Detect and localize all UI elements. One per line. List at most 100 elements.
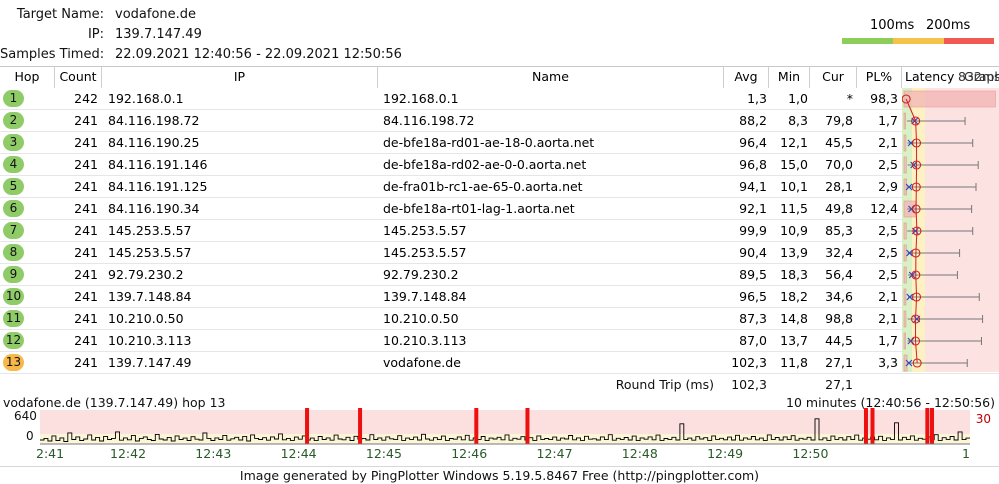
table-row[interactable]: 3 241 84.116.190.25 de-bfe18a-rd01-ae-18-0.… <box>0 132 999 154</box>
samples-timed-value: 22.09.2021 12:40:56 - 22.09.2021 12:50:5… <box>115 47 402 62</box>
table-row[interactable]: 8 241 145.253.5.57 145.253.5.57 90,4 13,9 32,4… <box>0 242 999 264</box>
ip-cell: 92.79.230.2 <box>108 267 184 282</box>
packet-loss-marker <box>870 408 875 444</box>
table-header: Hop Count IP Name Avg Min Cur PL% Latenc… <box>0 66 999 88</box>
table-row[interactable]: 1 242 192.168.0.1 192.168.0.1 1,3 1,0 * 98,3 <box>0 88 999 110</box>
packet-loss-bar <box>903 90 996 108</box>
column-header-name[interactable]: Name <box>378 67 724 88</box>
avg-cell: 87,0 <box>739 333 767 348</box>
packet-loss-marker <box>863 408 868 444</box>
column-header-hop[interactable]: Hop <box>0 67 55 88</box>
target-name-label: Target Name: <box>16 7 104 22</box>
timeline-x-tick: 2:41 <box>36 446 65 461</box>
pl-cell: 2,5 <box>878 223 898 238</box>
avg-cell: 96,8 <box>739 157 767 172</box>
count-cell: 241 <box>74 135 98 150</box>
hop-badge: 1 <box>3 90 24 107</box>
name-cell: de-bfe18a-rt01-lag-1.aorta.net <box>383 201 575 216</box>
hop-rows: 1 242 192.168.0.1 192.168.0.1 1,3 1,0 * 98,3 2 24… <box>0 88 999 374</box>
column-header-pl[interactable]: PL% <box>857 67 902 88</box>
avg-cell: 94,1 <box>739 179 767 194</box>
cur-cell: 49,8 <box>825 201 853 216</box>
hop-badge: 3 <box>3 134 24 151</box>
hop-badge: 8 <box>3 244 24 261</box>
avg-cell: 1,3 <box>747 91 767 106</box>
packet-loss-bar <box>903 310 907 328</box>
column-header-min[interactable]: Min <box>769 67 810 88</box>
column-header-count[interactable]: Count <box>55 67 102 88</box>
avg-cell: 92,1 <box>739 201 767 216</box>
name-cell: 139.7.148.84 <box>383 289 467 304</box>
packet-loss-bar <box>903 222 907 240</box>
pl-cell: 2,1 <box>878 289 898 304</box>
footer-credit: Image generated by PingPlotter Windows 5… <box>0 466 999 484</box>
table-row[interactable]: 4 241 84.116.191.146 de-bfe18a-rd02-ae-0-0.… <box>0 154 999 176</box>
packet-loss-bar <box>903 288 907 306</box>
min-cell: 15,0 <box>780 157 808 172</box>
packet-loss-marker <box>930 408 935 444</box>
cur-cell: 85,3 <box>825 223 853 238</box>
ip-cell: 192.168.0.1 <box>108 91 184 106</box>
min-cell: 10,1 <box>780 179 808 194</box>
timeline-graph-panel: vodafone.de (139.7.147.49) hop 13 10 min… <box>0 394 999 466</box>
column-header-cur[interactable]: Cur <box>810 67 857 88</box>
min-cell: 13,9 <box>780 245 808 260</box>
avg-cell: 96,5 <box>739 289 767 304</box>
ip-label: IP: <box>87 27 104 42</box>
cur-cell: 28,1 <box>825 179 853 194</box>
round-trip-cur: 27,1 <box>825 377 853 392</box>
column-header-latency-graph[interactable]: Latency 832ms Graph <box>902 67 999 88</box>
round-trip-row: Round Trip (ms) 102,3 27,1 <box>0 374 999 396</box>
timeline-x-tick: 12:50 <box>792 446 829 461</box>
packet-loss-marker <box>305 408 310 444</box>
ip-cell: 84.116.191.146 <box>108 157 208 172</box>
hop-badge: 7 <box>3 222 24 239</box>
count-cell: 241 <box>74 113 98 128</box>
hop-badge: 6 <box>3 200 24 217</box>
ip-cell: 84.116.190.25 <box>108 135 200 150</box>
timeline-x-tick: 12:45 <box>365 446 402 461</box>
column-header-ip[interactable]: IP <box>102 67 378 88</box>
scale-bar-green <box>842 38 893 44</box>
column-header-avg[interactable]: Avg <box>724 67 769 88</box>
pl-cell: 1,7 <box>878 113 898 128</box>
cur-cell: 70,0 <box>825 157 853 172</box>
name-cell: 10.210.3.113 <box>383 333 467 348</box>
name-cell: vodafone.de <box>383 355 461 370</box>
table-row[interactable]: 6 241 84.116.190.34 de-bfe18a-rt01-lag-1.ao… <box>0 198 999 220</box>
table-row[interactable]: 9 241 92.79.230.2 92.79.230.2 89,5 18,3 56,4 2,… <box>0 264 999 286</box>
count-cell: 241 <box>74 267 98 282</box>
round-trip-label: Round Trip (ms) <box>615 377 714 392</box>
table-row[interactable]: 10 241 139.7.148.84 139.7.148.84 96,5 18,2 34,… <box>0 286 999 308</box>
latency-graph[interactable] <box>902 88 999 372</box>
trace-table: Hop Count IP Name Avg Min Cur PL% Latenc… <box>0 66 999 396</box>
timeline-graph[interactable] <box>0 408 999 448</box>
table-row[interactable]: 7 241 145.253.5.57 145.253.5.57 99,9 10,9 85,3… <box>0 220 999 242</box>
packet-loss-bar <box>903 266 907 284</box>
graph-header-label: Graph <box>964 69 999 84</box>
ip-cell: 10.210.3.113 <box>108 333 192 348</box>
min-cell: 12,1 <box>780 135 808 150</box>
table-row[interactable]: 2 241 84.116.198.72 84.116.198.72 88,2 8,3 79,… <box>0 110 999 132</box>
pl-cell: 2,1 <box>878 135 898 150</box>
count-cell: 241 <box>74 355 98 370</box>
hop-badge: 13 <box>3 354 24 371</box>
count-cell: 241 <box>74 223 98 238</box>
min-cell: 13,7 <box>780 333 808 348</box>
table-row[interactable]: 12 241 10.210.3.113 10.210.3.113 87,0 13,7 44,… <box>0 330 999 352</box>
pl-cell: 2,1 <box>878 311 898 326</box>
table-row[interactable]: 5 241 84.116.191.125 de-fra01b-rc1-ae-65-0.… <box>0 176 999 198</box>
table-row[interactable]: 11 241 10.210.0.50 10.210.0.50 87,3 14,8 98,8 2… <box>0 308 999 330</box>
packet-loss-marker <box>925 408 930 444</box>
cur-cell: 44,5 <box>825 333 853 348</box>
cur-cell: * <box>846 91 853 106</box>
pl-cell: 98,3 <box>870 91 898 106</box>
table-row[interactable]: 13 241 139.7.147.49 vodafone.de 102,3 11,8 27,… <box>0 352 999 374</box>
packet-loss-bar <box>903 178 907 196</box>
scale-bar-yellow <box>893 38 944 44</box>
count-cell: 241 <box>74 289 98 304</box>
hop-cell: 5 <box>0 176 55 198</box>
hop-cell: 4 <box>0 154 55 176</box>
name-cell: de-fra01b-rc1-ae-65-0.aorta.net <box>383 179 583 194</box>
count-cell: 241 <box>74 311 98 326</box>
